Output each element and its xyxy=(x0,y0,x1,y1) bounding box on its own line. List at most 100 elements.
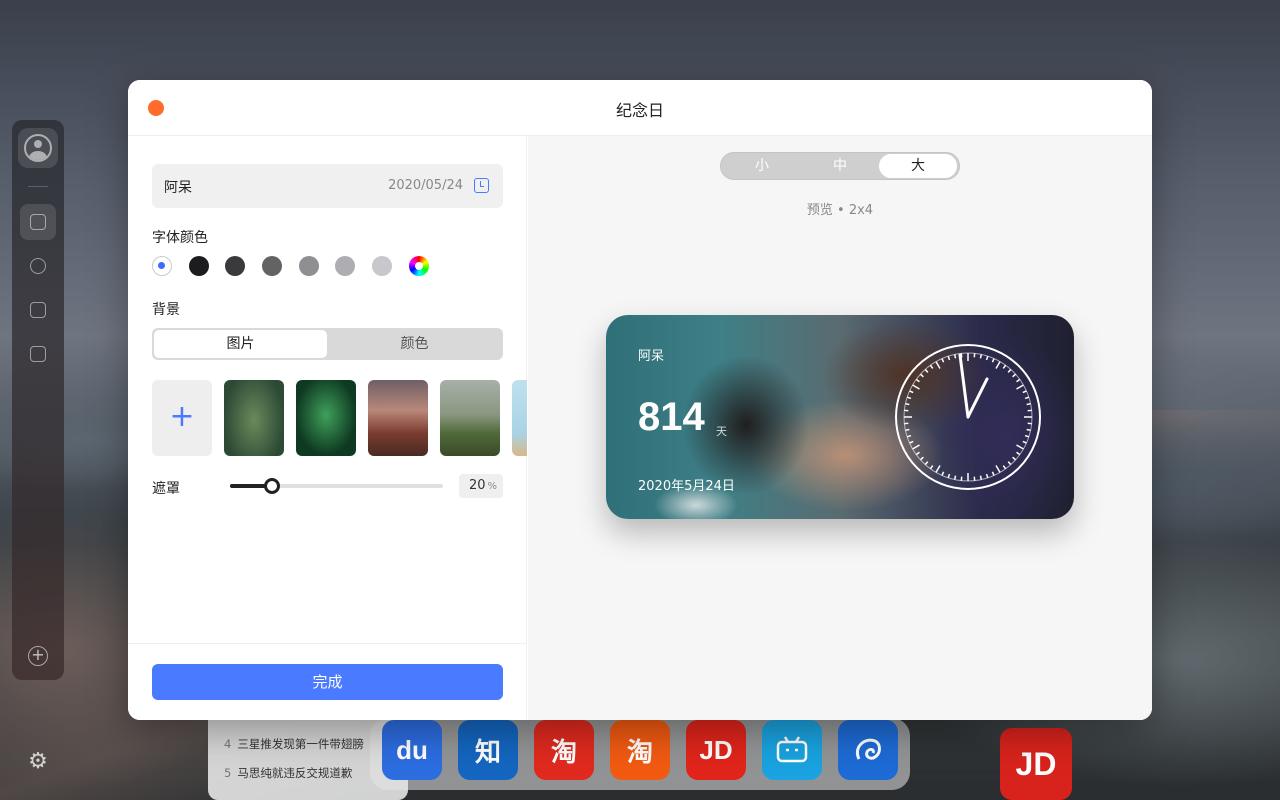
baidu-app-icon[interactable]: du xyxy=(382,720,442,780)
clock-tick xyxy=(924,461,929,466)
clock-tick xyxy=(935,465,941,473)
settings-panel: 阿呆 2020/05/24 字体颜色 背景 图片 颜色 + 遮罩 20% 完成 xyxy=(128,136,527,720)
clock-tick xyxy=(1002,364,1007,369)
clock-tick xyxy=(906,434,912,438)
clock-tick xyxy=(924,368,929,373)
clock-tick xyxy=(1016,384,1024,390)
bag-icon[interactable] xyxy=(20,336,56,372)
color-swatch-gray[interactable] xyxy=(262,256,282,276)
clock-tick xyxy=(1007,461,1012,466)
background-thumbnail[interactable] xyxy=(368,380,428,456)
anniversary-widget-preview: 阿呆 814 天 2020年5月24日 xyxy=(606,315,1074,519)
background-label: 背景 xyxy=(152,302,180,318)
clock-tick xyxy=(915,451,920,456)
background-thumbnail[interactable] xyxy=(512,380,527,456)
color-swatch-mid-gray[interactable] xyxy=(299,256,319,276)
clock-tick xyxy=(1016,378,1021,383)
jd-desktop-icon[interactable]: JD xyxy=(1000,728,1072,800)
clock-tick xyxy=(991,358,995,363)
color-swatch-dark-gray[interactable] xyxy=(225,256,245,276)
clock-icon xyxy=(895,344,1041,490)
clock-tick xyxy=(953,475,957,480)
color-swatch-white[interactable] xyxy=(152,256,172,276)
clock-tick xyxy=(912,444,920,450)
color-swatch-black[interactable] xyxy=(189,256,209,276)
mask-slider[interactable] xyxy=(230,478,443,494)
date-value[interactable]: 2020/05/24 xyxy=(388,178,463,193)
plus-icon[interactable]: + xyxy=(152,380,212,456)
clock-tick xyxy=(1024,396,1030,400)
clock-tick xyxy=(1022,440,1027,444)
clock-tick xyxy=(985,355,989,361)
clock-tick xyxy=(909,440,914,444)
calendar-icon[interactable] xyxy=(474,178,489,193)
side-dock-divider xyxy=(28,186,48,187)
font-color-label: 字体颜色 xyxy=(152,230,208,246)
preview-label: 预览 • 2x4 xyxy=(806,203,874,218)
mask-label: 遮罩 xyxy=(152,481,180,497)
home-icon[interactable] xyxy=(20,204,56,240)
widget-day-count: 814 xyxy=(638,395,705,439)
tab-image[interactable]: 图片 xyxy=(154,330,327,358)
user-icon xyxy=(24,134,52,162)
color-picker-icon[interactable] xyxy=(409,256,429,276)
clock-tick xyxy=(1016,451,1021,456)
clock-tick xyxy=(906,396,912,400)
clock-tick xyxy=(985,473,989,479)
name-date-field[interactable]: 阿呆 2020/05/24 xyxy=(152,164,503,208)
widget-day-unit: 天 xyxy=(716,425,727,438)
clock-tick xyxy=(1022,390,1027,394)
clock-tick xyxy=(1026,402,1031,406)
bilibili-app-icon[interactable] xyxy=(762,720,822,780)
side-dock: + xyxy=(12,120,64,680)
clock-tick xyxy=(953,354,957,359)
background-thumbnail[interactable] xyxy=(224,380,284,456)
clock-tick xyxy=(1024,434,1030,438)
clock-tick xyxy=(1026,428,1031,432)
name-value[interactable]: 阿呆 xyxy=(164,177,192,197)
background-thumbnail[interactable] xyxy=(440,380,500,456)
add-icon[interactable]: + xyxy=(28,646,48,666)
clock-tick xyxy=(912,384,920,390)
size-large[interactable]: 大 xyxy=(879,154,957,178)
preview-panel: 小 中 大 预览 • 2x4 阿呆 814 天 2020年5月24日 xyxy=(528,136,1152,720)
clock-tick xyxy=(915,378,920,383)
avatar[interactable] xyxy=(18,128,58,168)
size-medium[interactable]: 中 xyxy=(801,154,879,178)
clock-tick xyxy=(995,465,1001,473)
color-swatch-light-gray[interactable] xyxy=(335,256,355,276)
clock-tick xyxy=(979,354,983,359)
background-type-toggle: 图片 颜色 xyxy=(152,328,503,360)
dialog-title: 纪念日 xyxy=(615,101,664,120)
jd-app-icon[interactable]: JD xyxy=(686,720,746,780)
color-swatch-lighter-gray[interactable] xyxy=(372,256,392,276)
edit-icon[interactable] xyxy=(20,248,56,284)
dialog-footer: 完成 xyxy=(128,643,527,720)
taobao-app-icon[interactable]: 淘 xyxy=(534,720,594,780)
clock-tick xyxy=(947,355,951,361)
taobao-orange-app-icon[interactable]: 淘 xyxy=(610,720,670,780)
mask-slider-handle[interactable] xyxy=(264,478,280,494)
gear-icon[interactable]: ⚙ xyxy=(26,750,50,774)
clock-tick xyxy=(1002,465,1007,470)
clock-tick xyxy=(919,373,924,378)
widget-date: 2020年5月24日 xyxy=(638,479,735,494)
dialog-header: 纪念日 xyxy=(128,80,1152,136)
clock-tick xyxy=(919,456,924,461)
done-button[interactable]: 完成 xyxy=(152,664,503,700)
anniversary-dialog: 纪念日 阿呆 2020/05/24 字体颜色 背景 图片 颜色 + 遮罩 20 … xyxy=(128,80,1152,720)
clock-tick xyxy=(941,471,945,476)
clock-tick xyxy=(929,364,934,369)
code-icon[interactable] xyxy=(20,292,56,328)
clock-tick xyxy=(1012,373,1017,378)
size-small[interactable]: 小 xyxy=(723,154,801,178)
background-thumbnail[interactable] xyxy=(296,380,356,456)
tab-color[interactable]: 颜色 xyxy=(328,330,501,358)
mask-value-field[interactable]: 20% xyxy=(459,474,503,498)
zhihu-app-icon[interactable]: 知 xyxy=(458,720,518,780)
widget-name: 阿呆 xyxy=(638,349,665,364)
clock-tick xyxy=(1016,444,1024,450)
ctrip-app-icon[interactable] xyxy=(838,720,898,780)
clock-tick xyxy=(1007,368,1012,373)
clock-tick xyxy=(935,361,941,369)
